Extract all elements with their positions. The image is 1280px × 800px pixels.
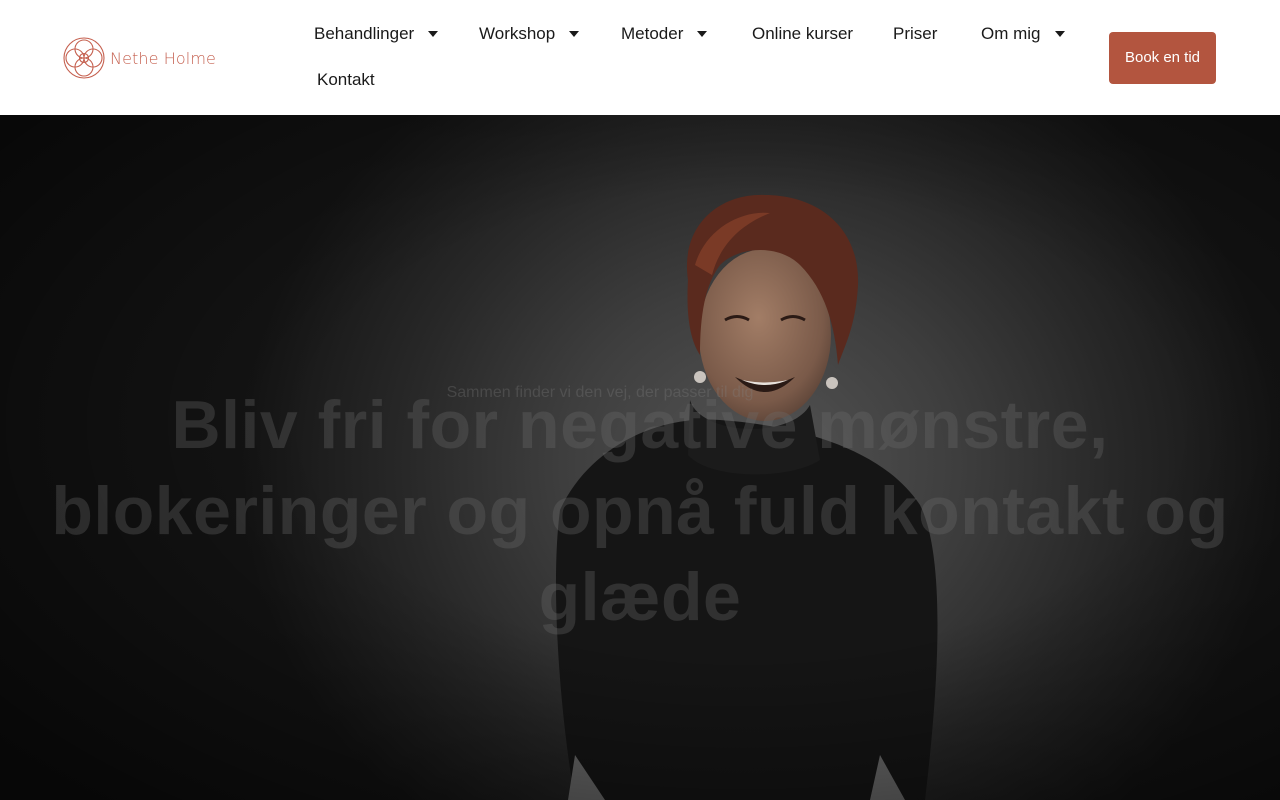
book-appointment-button[interactable]: Book en tid <box>1109 32 1216 84</box>
nav-label: Priser <box>893 24 938 43</box>
site-header: Nethe Holme Behandlinger Workshop Metode… <box>0 0 1280 115</box>
caret-down-icon <box>697 31 708 37</box>
nav-label: Workshop <box>479 24 556 43</box>
nav-item-om-mig[interactable]: Om mig <box>981 24 1065 44</box>
flower-of-life-logo-icon <box>63 37 105 79</box>
nav-label: Kontakt <box>317 70 375 89</box>
nav-label: Metoder <box>621 24 684 43</box>
nav-item-behandlinger[interactable]: Behandlinger <box>314 24 439 44</box>
logo-text: Nethe Holme <box>110 48 216 68</box>
nav-label: Behandlinger <box>314 24 415 43</box>
caret-down-icon <box>428 31 439 37</box>
hero-title: Bliv fri for negative mønstre, blokering… <box>51 387 1229 635</box>
nav-item-kontakt[interactable]: Kontakt <box>317 70 375 90</box>
caret-down-icon <box>569 31 580 37</box>
hero-section: Bliv fri for negative mønstre, blokering… <box>0 115 1280 800</box>
nav-item-priser[interactable]: Priser <box>893 24 937 44</box>
nav-item-metoder[interactable]: Metoder <box>621 24 708 44</box>
hero-text-block: Bliv fri for negative mønstre, blokering… <box>40 382 1240 640</box>
nav-item-online-kurser[interactable]: Online kurser <box>752 24 853 44</box>
nav-label: Online kurser <box>752 24 854 43</box>
hero-subtitle: Sammen finder vi den vej, der passer til… <box>446 384 754 401</box>
nav-item-workshop[interactable]: Workshop <box>479 24 580 44</box>
logo-link[interactable]: Nethe Holme <box>62 36 216 80</box>
nav-label: Om mig <box>981 24 1041 43</box>
caret-down-icon <box>1054 31 1065 37</box>
